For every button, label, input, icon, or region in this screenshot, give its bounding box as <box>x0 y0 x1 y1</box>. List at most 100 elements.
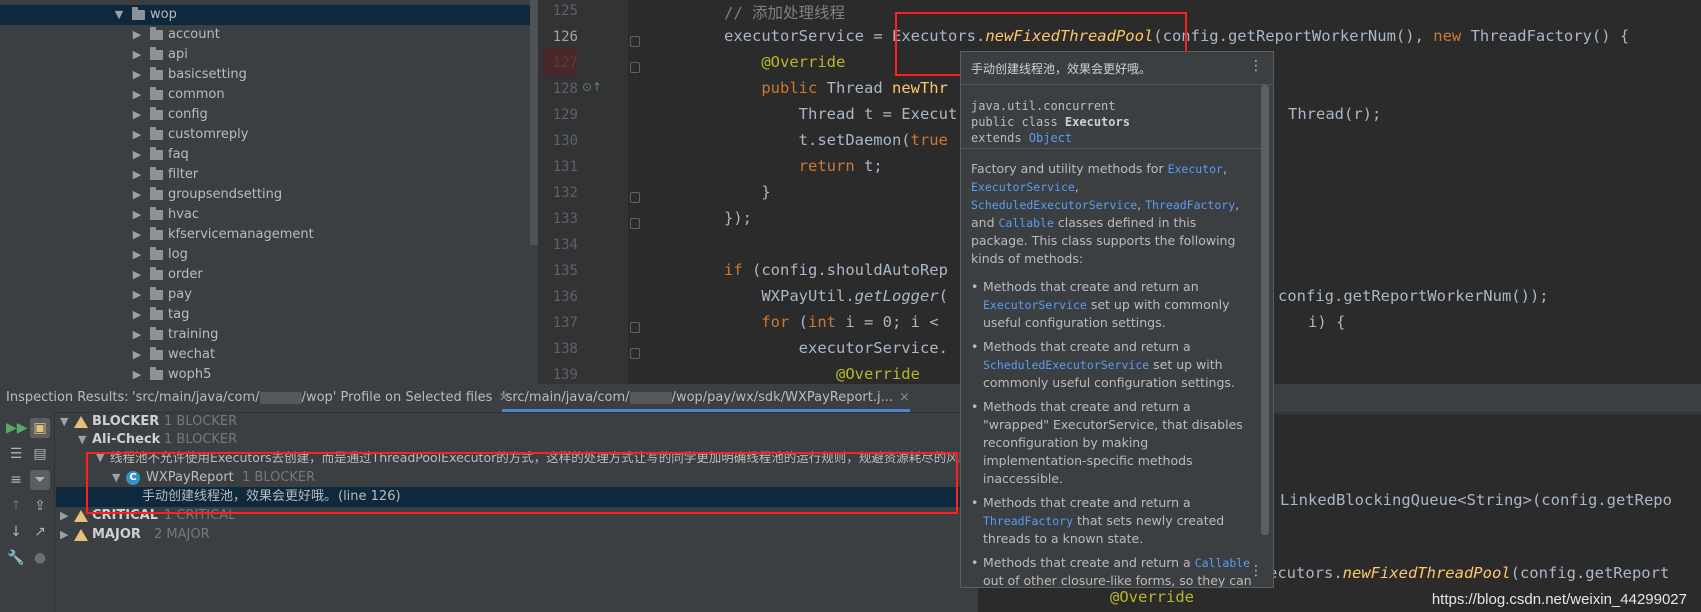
threadfactory-link[interactable]: ThreadFactory <box>983 514 1073 528</box>
rerun-icon[interactable]: ▶▶ <box>6 418 28 438</box>
result-group-major[interactable]: ▶ MAJOR 2 MAJOR <box>56 525 976 545</box>
tree-item-basicsetting[interactable]: ▶ basicsetting <box>0 65 530 85</box>
tree-item-label: filter <box>168 167 199 182</box>
settings-wrench-icon[interactable]: 🔧 <box>6 548 26 568</box>
chevron-right-icon[interactable]: ▶ <box>132 25 142 45</box>
filter-icon[interactable]: ⏷ <box>30 470 50 490</box>
chevron-right-icon[interactable]: ▶ <box>132 45 142 65</box>
tree-item-label: order <box>168 267 203 282</box>
chevron-down-icon[interactable]: ▼ <box>78 430 86 450</box>
chevron-right-icon[interactable]: ▶ <box>60 506 68 526</box>
tree-item-faq[interactable]: ▶ faq <box>0 145 530 165</box>
chevron-right-icon[interactable]: ▶ <box>132 325 142 345</box>
chevron-down-icon[interactable]: ▼ <box>60 412 68 432</box>
override-gutter-icon[interactable]: ⊙↑ <box>582 80 602 94</box>
quick-fix-bulb-icon[interactable]: ● <box>30 548 50 568</box>
line-number: 125 <box>552 3 578 19</box>
tree-item-pay[interactable]: ▶ pay <box>0 285 530 305</box>
next-problem-icon[interactable]: ↓ <box>6 522 26 542</box>
code-token: newThr <box>891 79 948 97</box>
code-line-fragment: config.getReportWorkerNum()); <box>1278 287 1549 305</box>
chevron-right-icon[interactable]: ▶ <box>132 185 142 205</box>
code-token: new <box>1433 27 1471 45</box>
fold-marker-icon[interactable] <box>630 322 640 333</box>
more-menu-icon[interactable]: ⋮ <box>1249 58 1263 74</box>
previous-problem-icon[interactable]: ↑ <box>6 496 26 516</box>
tree-item-wechat[interactable]: ▶ wechat <box>0 345 530 365</box>
group-by-directory-icon[interactable]: ▤ <box>30 444 50 464</box>
tree-item-filter[interactable]: ▶ filter <box>0 165 530 185</box>
chevron-right-icon[interactable]: ▶ <box>132 145 142 165</box>
threadfactory-link[interactable]: ThreadFactory <box>1145 198 1235 212</box>
group-by-severity-icon[interactable]: ▣ <box>30 418 50 438</box>
chevron-right-icon[interactable]: ▶ <box>132 245 142 265</box>
chevron-right-icon[interactable]: ▶ <box>132 285 142 305</box>
tree-item-tag[interactable]: ▶ tag <box>0 305 530 325</box>
fold-marker-icon[interactable] <box>630 348 640 359</box>
chevron-right-icon[interactable]: ▶ <box>132 225 142 245</box>
divider <box>961 148 1261 149</box>
result-group-alicheck[interactable]: ▼ Ali-Check 1 BLOCKER <box>56 430 976 450</box>
scheduledexecutorservice-link[interactable]: ScheduledExecutorService <box>971 198 1137 212</box>
result-group-blocker[interactable]: ▼ BLOCKER 1 BLOCKER <box>56 412 976 432</box>
fold-marker-icon[interactable] <box>630 62 640 73</box>
scheduledexecutorservice-link[interactable]: ScheduledExecutorService <box>983 358 1149 372</box>
warning-icon <box>74 529 88 541</box>
tree-item-kfservicemanagement[interactable]: ▶ kfservicemanagement <box>0 225 530 245</box>
chevron-right-icon[interactable]: ▶ <box>132 165 142 185</box>
collapse-all-icon[interactable]: ≡ <box>6 470 26 490</box>
quick-documentation-popup[interactable]: 手动创建线程池，效果会更好哦。 ⋮ java.util.concurrent p… <box>960 51 1274 588</box>
object-link[interactable]: Object <box>1029 131 1072 145</box>
tab-wop-profile[interactable]: 'src/main/java/com/ /wop' Profile on Sele… <box>132 384 509 412</box>
chevron-right-icon[interactable]: ▶ <box>132 65 142 85</box>
chevron-right-icon[interactable]: ▶ <box>132 365 142 384</box>
tree-item-log[interactable]: ▶ log <box>0 245 530 265</box>
pin-icon[interactable]: ⇪ <box>30 496 50 516</box>
fold-marker-icon[interactable] <box>630 36 640 47</box>
chevron-right-icon[interactable]: ▶ <box>132 345 142 365</box>
tree-scrollbar[interactable] <box>530 0 538 245</box>
tab-wxpayreport[interactable]: 'src/main/java/com/ /wop/pay/wx/sdk/WXPay… <box>502 384 910 412</box>
chevron-right-icon[interactable]: ▶ <box>132 305 142 325</box>
tree-item-account[interactable]: ▶ account <box>0 25 530 45</box>
tree-item-order[interactable]: ▶ order <box>0 265 530 285</box>
tree-item-api[interactable]: ▶ api <box>0 45 530 65</box>
chevron-right-icon[interactable]: ▶ <box>132 125 142 145</box>
folder-icon <box>150 207 163 220</box>
expand-all-icon[interactable]: ☰ <box>6 444 26 464</box>
close-icon[interactable]: × <box>899 390 910 405</box>
executorservice-link[interactable]: ExecutorService <box>971 180 1075 194</box>
chevron-down-icon[interactable]: ▼ <box>114 5 124 25</box>
tree-item-wop[interactable]: ▼ wop <box>0 5 530 25</box>
tree-item-config[interactable]: ▶ config <box>0 105 530 125</box>
export-icon[interactable]: ↗ <box>30 522 50 542</box>
callable-link[interactable]: Callable <box>999 216 1054 230</box>
tree-item-training[interactable]: ▶ training <box>0 325 530 345</box>
fold-marker-icon[interactable] <box>630 218 640 229</box>
chevron-right-icon[interactable]: ▶ <box>132 105 142 125</box>
chevron-right-icon[interactable]: ▶ <box>132 85 142 105</box>
desc-text: Factory and utility methods for <box>971 161 1168 176</box>
popup-scrollbar[interactable] <box>1261 85 1269 535</box>
chevron-right-icon[interactable]: ▶ <box>132 205 142 225</box>
callable-link[interactable]: Callable <box>1195 556 1250 570</box>
code-token: for <box>724 313 799 331</box>
tree-item-common[interactable]: ▶ common <box>0 85 530 105</box>
tree-item-customreply[interactable]: ▶ customreply <box>0 125 530 145</box>
code-token: @Override <box>724 53 846 71</box>
signature-text: public class <box>971 115 1065 129</box>
extends-clause: extends Object <box>971 130 1130 146</box>
severity-count: 2 MAJOR <box>154 527 210 542</box>
tree-item-woph5[interactable]: ▶ woph5 <box>0 365 530 384</box>
executor-link[interactable]: Executor <box>1168 162 1223 176</box>
code-token: ; i < <box>892 313 939 331</box>
tree-item-groupsendsetting[interactable]: ▶ groupsendsetting <box>0 185 530 205</box>
tree-item-hvac[interactable]: ▶ hvac <box>0 205 530 225</box>
executorservice-link[interactable]: ExecutorService <box>983 298 1087 312</box>
chevron-right-icon[interactable]: ▶ <box>60 525 68 545</box>
more-menu-icon[interactable]: ⋮ <box>1249 563 1263 579</box>
code-token: } <box>724 183 771 201</box>
list-item: Methods that create and return a ThreadF… <box>971 494 1255 548</box>
fold-marker-icon[interactable] <box>630 192 640 203</box>
chevron-right-icon[interactable]: ▶ <box>132 265 142 285</box>
